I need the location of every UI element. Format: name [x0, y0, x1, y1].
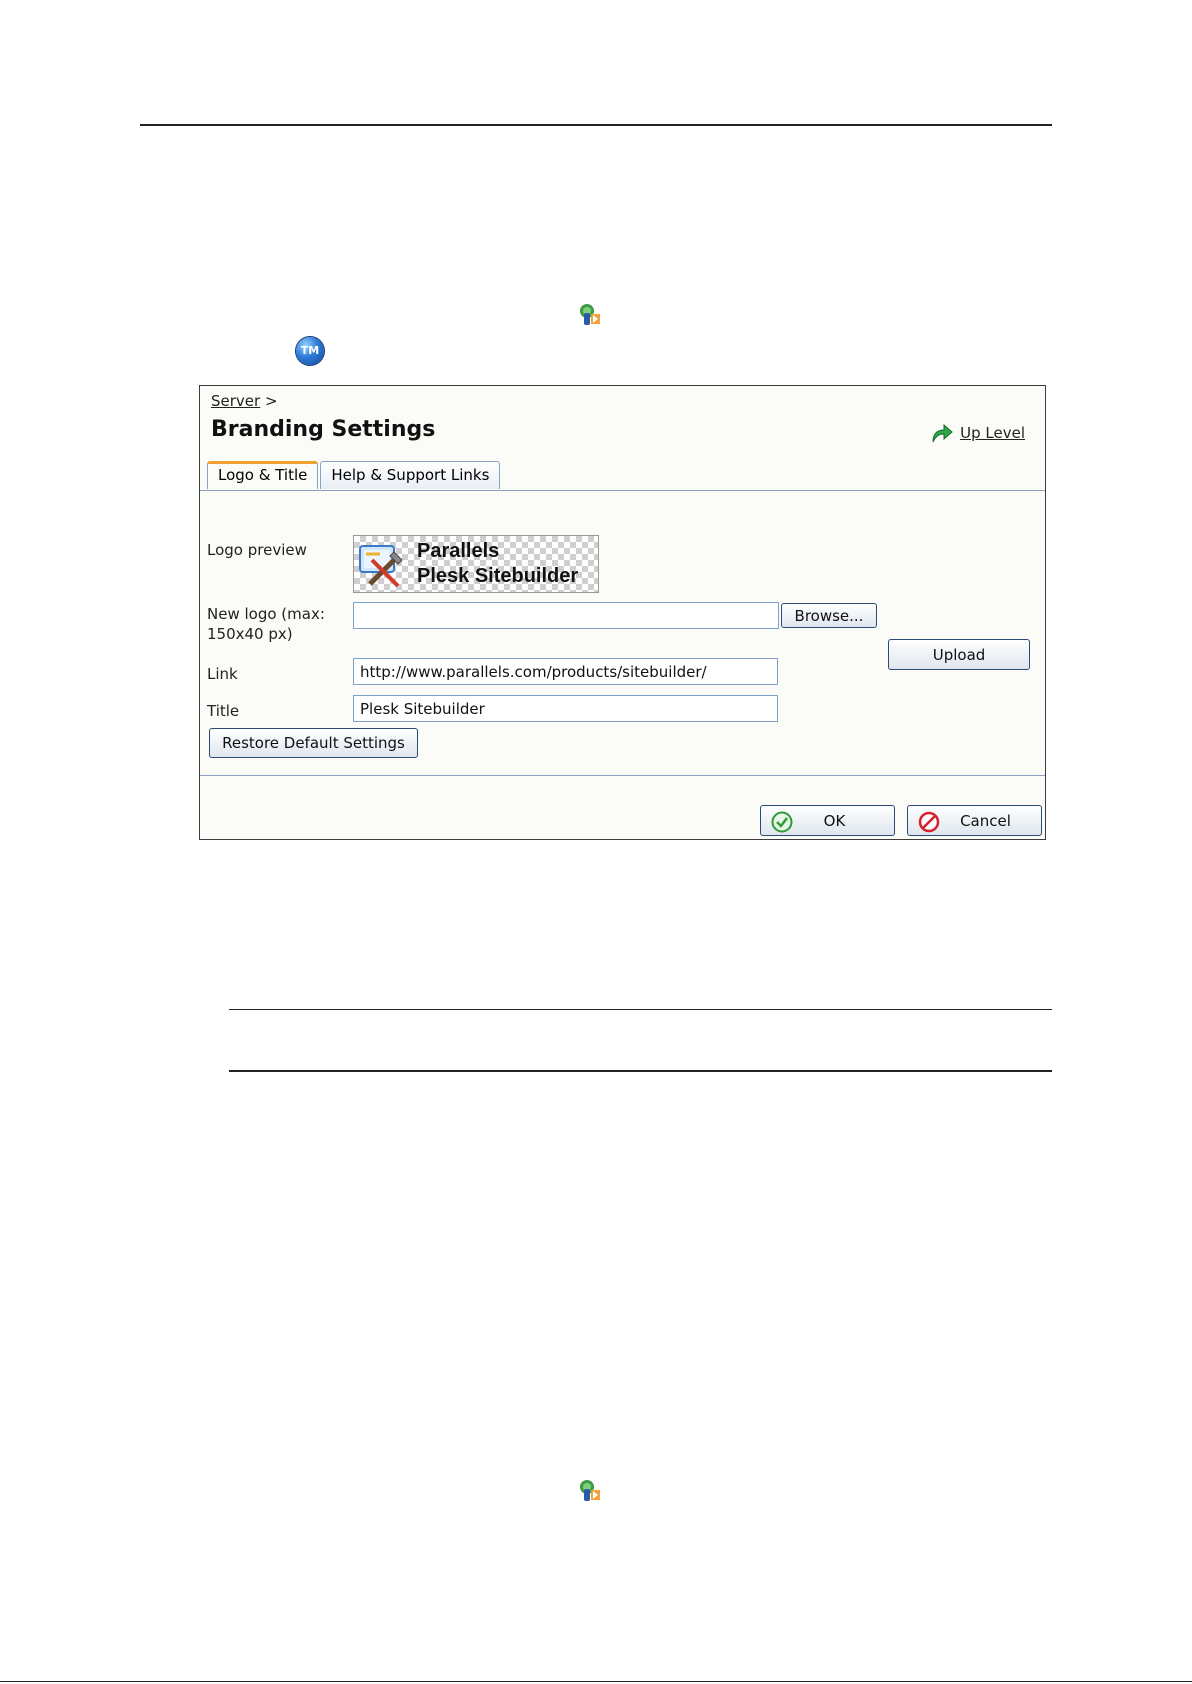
logo-preview-label: Logo preview	[207, 541, 307, 559]
server-settings-icon	[580, 1480, 600, 1501]
link-input[interactable]	[353, 658, 778, 685]
title-input[interactable]	[353, 695, 778, 722]
up-level-icon	[932, 423, 953, 443]
title-label: Title	[207, 702, 240, 720]
tab-divider	[200, 490, 1045, 491]
cancel-button[interactable]: Cancel	[907, 805, 1042, 836]
note-bottom-rule	[229, 1070, 1052, 1072]
logo-preview-text-2: Plesk Sitebuilder	[417, 565, 579, 587]
logo-preview-text-1: Parallels	[417, 540, 500, 562]
tab-logo-title[interactable]: Logo & Title	[207, 461, 319, 489]
top-rule	[140, 124, 1052, 126]
branding-settings-dialog: Server > Branding Settings Up Level Logo…	[199, 385, 1046, 840]
page-title: Branding Settings	[211, 417, 436, 442]
check-icon	[771, 811, 793, 833]
upload-button[interactable]: Upload	[888, 639, 1030, 670]
cancel-icon	[918, 811, 940, 833]
sitebuilder-logo-icon	[359, 545, 403, 588]
footer-rule	[0, 1681, 1192, 1682]
note-top-rule	[229, 1009, 1052, 1010]
up-level-link[interactable]: Up Level	[930, 422, 1025, 444]
up-level-label[interactable]: Up Level	[960, 424, 1025, 442]
tab-help-support-links[interactable]: Help & Support Links	[320, 461, 501, 489]
ok-button[interactable]: OK	[760, 805, 895, 836]
tm-icon: TM	[296, 337, 324, 365]
new-logo-label: New logo (max: 150x40 px)	[207, 604, 325, 644]
browse-button[interactable]: Browse...	[781, 603, 877, 628]
breadcrumb-separator: >	[264, 392, 278, 410]
cancel-label: Cancel	[960, 811, 1011, 830]
breadcrumb-server-link[interactable]: Server	[211, 392, 260, 410]
new-logo-file-input[interactable]	[353, 602, 779, 629]
breadcrumb: Server >	[211, 392, 278, 410]
new-logo-label-line-1: New logo (max:	[207, 605, 325, 623]
link-label: Link	[207, 665, 238, 683]
server-settings-icon	[580, 304, 600, 325]
tab-bar: Logo & Title Help & Support Links	[207, 461, 501, 489]
logo-preview: Parallels Plesk Sitebuilder	[353, 535, 599, 593]
ok-label: OK	[823, 811, 846, 830]
button-bar-divider	[200, 775, 1045, 776]
restore-default-settings-button[interactable]: Restore Default Settings	[209, 728, 418, 758]
new-logo-label-line-2: 150x40 px)	[207, 625, 293, 643]
